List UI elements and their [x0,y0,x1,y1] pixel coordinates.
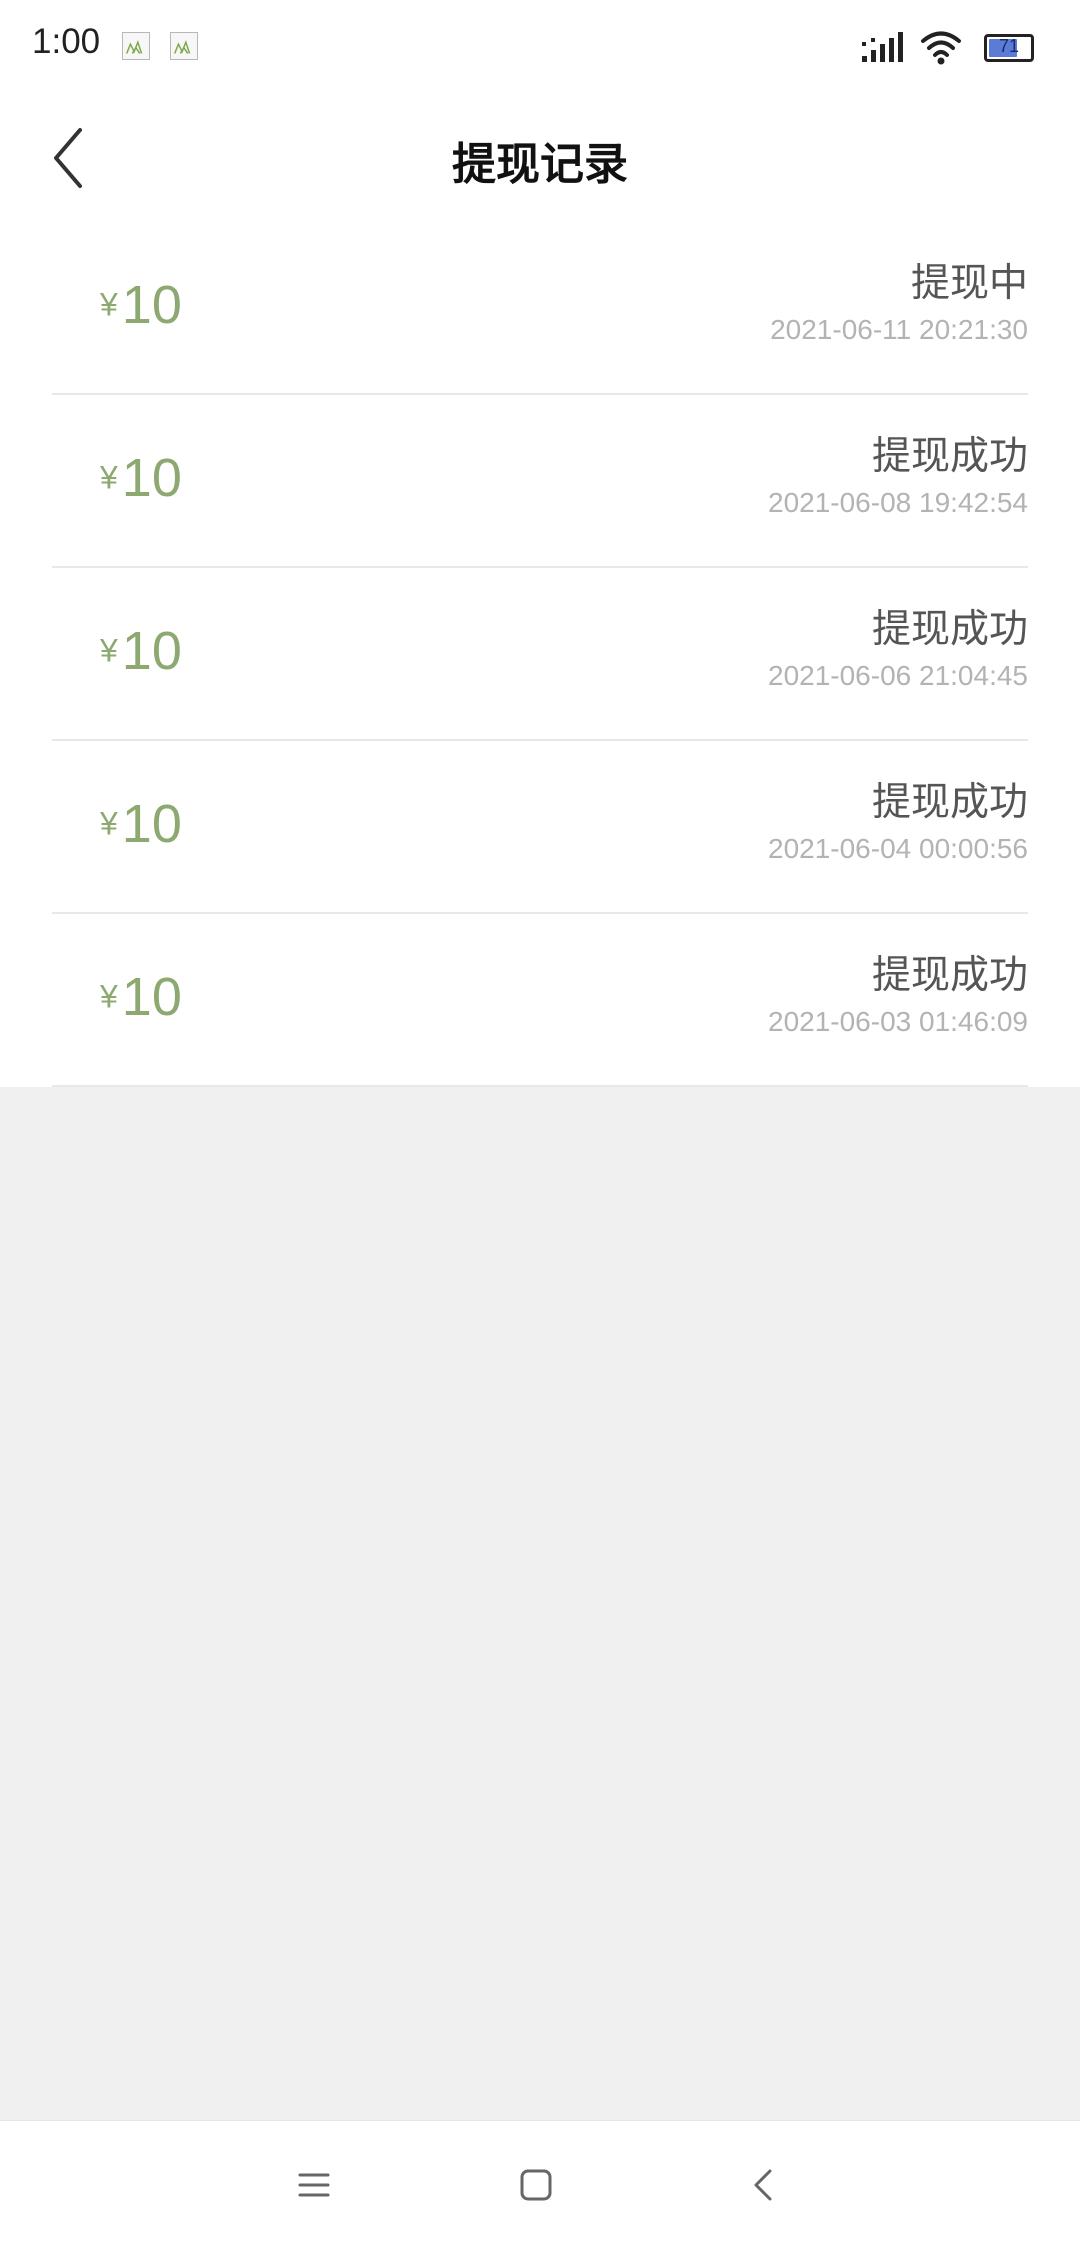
amount: ¥10 [100,447,182,509]
status-bar: 1:00 71 [0,0,1080,96]
currency-symbol: ¥ [100,805,118,842]
withdrawal-status: 提现中 [910,261,1028,306]
currency-symbol: ¥ [100,978,118,1015]
system-nav-bar [0,2120,1080,2248]
amount-value: 10 [121,275,182,335]
menu-button[interactable] [288,2159,340,2211]
currency-symbol: ¥ [100,286,118,323]
currency-symbol: ¥ [100,632,118,669]
amount-value: 10 [121,621,182,681]
list-item[interactable]: ¥10 提现成功 2021-06-06 21:04:45 [52,568,1028,741]
withdrawal-time: 2021-06-03 01:46:09 [768,1006,1028,1037]
list-item[interactable]: ¥10 提现成功 2021-06-08 19:42:54 [52,395,1028,568]
status-time: 1:00 [32,22,101,61]
header: 提现记录 [0,96,1080,222]
battery-icon: 71 [984,34,1034,62]
list-item[interactable]: ¥10 提现成功 2021-06-04 00:00:56 [52,741,1028,914]
amount-value: 10 [121,967,182,1027]
currency-symbol: ¥ [100,459,118,496]
withdrawal-time: 2021-06-08 19:42:54 [768,487,1028,518]
amount: ¥10 [100,793,182,855]
screen: 1:00 71 提现记录 ¥10 提现中 2021-06-11 20:21:30… [0,0,1080,2248]
signal-icon [862,32,903,62]
withdrawal-time: 2021-06-11 20:21:30 [770,314,1028,345]
list-item[interactable]: ¥10 提现中 2021-06-11 20:21:30 [52,222,1028,395]
battery-level-text: 71 [998,36,1020,56]
image-icon [170,32,198,60]
triangle-back-icon [754,2169,772,2201]
withdrawal-status: 提现成功 [871,953,1028,998]
amount-value: 10 [121,448,182,508]
square-home-icon [520,2169,552,2201]
amount: ¥10 [100,274,182,336]
image-icon [122,32,150,60]
list-item[interactable]: ¥10 提现成功 2021-06-03 01:46:09 [52,914,1028,1087]
amount: ¥10 [100,966,182,1028]
wifi-icon [921,31,961,65]
menu-icon [298,2173,330,2197]
home-button[interactable] [510,2159,562,2211]
withdrawal-status: 提现成功 [871,780,1028,825]
withdrawal-status: 提现成功 [871,434,1028,479]
amount-value: 10 [121,794,182,854]
withdrawal-time: 2021-06-06 21:04:45 [768,660,1028,691]
amount: ¥10 [100,620,182,682]
system-back-button[interactable] [738,2159,790,2211]
page-title: 提现记录 [452,139,628,190]
withdrawal-record-list: ¥10 提现中 2021-06-11 20:21:30 ¥10 提现成功 202… [0,222,1080,1087]
withdrawal-time: 2021-06-04 00:00:56 [768,833,1028,864]
withdrawal-status: 提现成功 [871,607,1028,652]
